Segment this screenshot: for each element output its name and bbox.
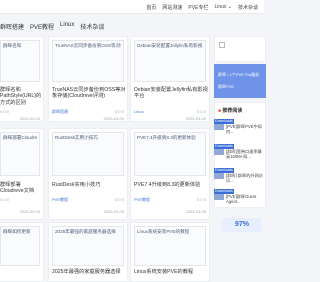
article-date: 2025-03-09 bbox=[19, 116, 40, 121]
article-title[interactable]: PVE7.4升级到8.3的更新体验 bbox=[134, 182, 208, 188]
thumbnail-caption: PVE7.4升级到8.3的更新体验 bbox=[137, 135, 196, 140]
hot-item[interactable]: Downloads [群晖] 群晖的外网访问... bbox=[214, 167, 264, 183]
article-title[interactable]: 2025年最强的家庭服务器选择 bbox=[52, 269, 126, 275]
thumbnail-caption: RustDesk实用小技巧 bbox=[55, 135, 98, 140]
sidebar-image-box bbox=[214, 36, 266, 62]
article-category[interactable]: 群晖搭建 bbox=[52, 109, 68, 115]
article-date-row: 2025-03-09 bbox=[134, 116, 206, 121]
thumbnail-caption: TrueNAS云同步备份到OSS等对象存储(Cloudreve评测) bbox=[55, 43, 121, 48]
fire-icon: ■ bbox=[218, 108, 222, 114]
article-card[interactable]: RustDesk实用小技巧 RustDesk实用小技巧 PVE教程 0 0 0 2… bbox=[48, 128, 128, 220]
article-date-row: 2025-03-09 bbox=[0, 116, 40, 121]
article-thumbnail[interactable]: 群晖名和 bbox=[0, 40, 40, 82]
article-stats: 0 0 0 bbox=[115, 109, 124, 114]
article-meta: 0 0 0 bbox=[0, 109, 40, 114]
article-card[interactable]: PVE7.4升级到8.3的更新体验 PVE7.4升级到8.3的更新体验 PVE教… bbox=[130, 128, 210, 220]
recommended-title: 推荐阅读 bbox=[222, 108, 243, 114]
article-card[interactable]: Linux系统安装PVE的教程 Linux系统安装PVE的教程 bbox=[130, 222, 210, 282]
thumbnail-caption: Debian安装配置Jellyfin私有影视平台 bbox=[137, 43, 203, 48]
article-date: 2025-03-09 bbox=[103, 209, 124, 214]
thumbnail-caption: 群晖名和 bbox=[3, 43, 22, 48]
thumbnail-caption: 2025年最强的家庭服务器选择 bbox=[55, 229, 116, 234]
article-title[interactable]: 群晖部署Cloudreve文档 bbox=[0, 182, 44, 195]
nav-home[interactable]: 首页 bbox=[146, 4, 156, 11]
article-date-row: 2025-03-09 bbox=[0, 209, 40, 214]
thumbnail-caption: 群晖部署Cloudreve文档 bbox=[3, 135, 37, 140]
nav-linux[interactable]: Linux ⌄ bbox=[214, 4, 232, 11]
hot-item[interactable]: Downloads [群晖]宽带口速率最高100M+网... bbox=[214, 143, 264, 159]
article-card[interactable]: 群晖部署Cloudreve文档 群晖部署Cloudreve文档 0 0 0 20… bbox=[0, 128, 44, 220]
sidebar-promo-banner[interactable]: 群晖 • 1个PVE Pro服务 群晖PVE bbox=[214, 64, 266, 98]
hot-item-text[interactable]: [群晖] 群晖的外网访问... bbox=[226, 173, 264, 183]
promo-text-2: 群晖PVE bbox=[218, 84, 235, 89]
article-title[interactable]: TrueNAS云同步备份到OSS等对象存储(Cloudreve评测) bbox=[52, 87, 126, 100]
hot-item[interactable]: Downloads [PVE]群晖Guest Agent... bbox=[214, 188, 264, 204]
article-thumbnail[interactable]: TrueNAS云同步备份到OSS等对象存储(Cloudreve评测) bbox=[52, 40, 124, 82]
image-placeholder-icon bbox=[219, 42, 225, 48]
nav-speedtest[interactable]: 网站测速 bbox=[162, 4, 182, 11]
nav-pve[interactable]: PVE专栏 bbox=[188, 4, 208, 11]
top-nav-links: 首页 网站测速 PVE专栏 Linux ⌄ 技术杂谈 bbox=[146, 4, 258, 11]
article-date-row: 2025-03-09 bbox=[134, 209, 206, 214]
nav-tech[interactable]: 技术杂谈 bbox=[238, 4, 258, 11]
score-badge: 97% bbox=[222, 218, 262, 232]
article-card[interactable]: 2025年最强的家庭服务器选择 2025年最强的家庭服务器选择 bbox=[48, 222, 128, 282]
article-date: 2025-03-09 bbox=[185, 116, 206, 121]
article-title[interactable]: Linux系统安装PVE的教程 bbox=[134, 269, 208, 275]
article-thumbnail[interactable]: 群晖部署Cloudreve文档 bbox=[0, 132, 40, 176]
hot-item-text[interactable]: [群晖]宽带口速率最高100M+网... bbox=[226, 149, 264, 159]
article-meta: PVE教程 0 0 0 bbox=[52, 197, 124, 203]
article-category[interactable]: Linux bbox=[134, 109, 144, 114]
article-thumbnail[interactable]: 群晖如何更新 bbox=[0, 226, 40, 266]
tab-linux[interactable]: Linux bbox=[60, 22, 74, 31]
tab-pve[interactable]: PVE教程 bbox=[30, 22, 54, 31]
thumbnail-caption: 群晖如何更新 bbox=[3, 229, 31, 234]
recommended-heading: ■ 推荐阅读 bbox=[218, 107, 242, 114]
article-thumbnail[interactable]: Linux系统安装PVE的教程 bbox=[134, 226, 206, 266]
thumbnail-caption: Linux系统安装PVE的教程 bbox=[137, 229, 190, 234]
article-meta: PVE教程 0 0 0 bbox=[134, 197, 206, 203]
tab-synology[interactable]: 群晖搭建 bbox=[0, 22, 24, 31]
article-stats: 0 0 0 bbox=[197, 109, 206, 114]
article-title[interactable]: Debian安装配置Jellyfin私有影视平台 bbox=[134, 87, 208, 100]
tab-tech[interactable]: 技术杂谈 bbox=[80, 22, 104, 31]
promo-text-1: 群晖 • 1个PVE Pro服务 bbox=[218, 72, 260, 77]
article-date-row: 2025-03-09 bbox=[52, 209, 124, 214]
article-thumbnail[interactable]: Debian安装配置Jellyfin私有影视平台 bbox=[134, 40, 206, 82]
article-stats: 0 0 0 bbox=[0, 197, 9, 202]
article-card[interactable]: 群晖如何更新 bbox=[0, 222, 44, 282]
top-navigation-bar: 首页 网站测速 PVE专栏 Linux ⌄ 技术杂谈 bbox=[0, 0, 264, 14]
article-meta: Linux 0 0 0 bbox=[134, 109, 206, 114]
article-title[interactable]: RustDesk实用小技巧 bbox=[52, 182, 126, 188]
article-category[interactable]: PVE教程 bbox=[134, 197, 150, 203]
hot-item-text[interactable]: [PVE]群晖Guest Agent... bbox=[226, 194, 264, 204]
article-card[interactable]: Debian安装配置Jellyfin私有影视平台 Debian安装配置Jelly… bbox=[130, 36, 210, 122]
article-stats: 0 0 0 bbox=[115, 197, 124, 202]
article-category[interactable]: PVE教程 bbox=[52, 197, 68, 203]
article-card[interactable]: 群晖名和 群晖名和PathStyle(URL)的方式的区别 0 0 0 2025… bbox=[0, 36, 44, 122]
article-title[interactable]: 群晖名和PathStyle(URL)的方式的区别 bbox=[0, 87, 44, 106]
article-stats: 0 0 0 bbox=[0, 109, 9, 114]
article-stats: 0 0 0 bbox=[197, 197, 206, 202]
article-meta: 群晖搭建 0 0 0 bbox=[52, 109, 124, 115]
article-date: 2025-03-09 bbox=[103, 116, 124, 121]
article-meta: 0 0 0 bbox=[0, 197, 40, 202]
hot-item-text[interactable]: [PVE]群晖PVE中如何... bbox=[226, 124, 264, 134]
article-thumbnail[interactable]: PVE7.4升级到8.3的更新体验 bbox=[134, 132, 206, 176]
article-thumbnail[interactable]: 2025年最强的家庭服务器选择 bbox=[52, 226, 124, 266]
article-card[interactable]: TrueNAS云同步备份到OSS等对象存储(Cloudreve评测) TrueN… bbox=[48, 36, 128, 122]
article-thumbnail[interactable]: RustDesk实用小技巧 bbox=[52, 132, 124, 176]
article-date-row: 2025-03-09 bbox=[52, 116, 124, 121]
article-date: 2025-03-09 bbox=[185, 209, 206, 214]
category-tabs: 群晖搭建 PVE教程 Linux 技术杂谈 bbox=[0, 22, 104, 31]
hot-item[interactable]: Downloads [PVE]群晖PVE中如何... bbox=[214, 118, 264, 134]
article-date: 2025-03-09 bbox=[19, 209, 40, 214]
